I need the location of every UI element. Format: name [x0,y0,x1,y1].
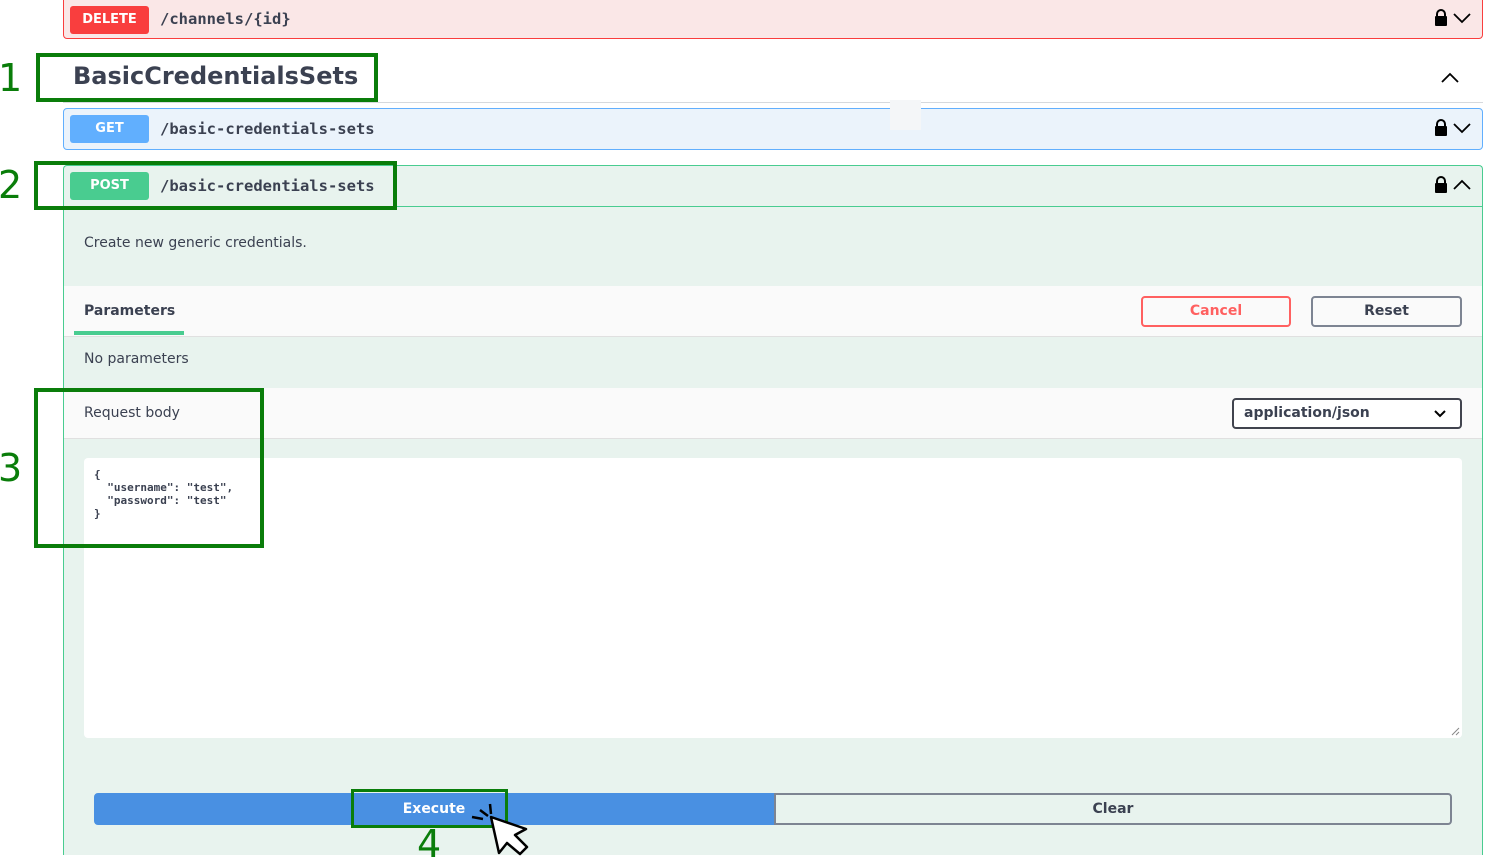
lock-icon[interactable] [1434,9,1448,26]
annotation-label-1: 1 [0,56,23,100]
lock-icon[interactable] [1434,119,1448,136]
tab-underline [74,331,184,335]
request-body-editor[interactable]: { "username": "test", "password": "test"… [84,458,1462,738]
annotation-label-3: 3 [0,446,23,490]
reset-button[interactable]: Reset [1311,296,1462,327]
no-parameters-text: No parameters [84,351,189,367]
lock-icon[interactable] [1434,176,1448,193]
method-badge-get: GET [70,115,149,143]
overlay-fragment [890,100,921,130]
operation-path: /basic-credentials-sets [160,120,375,138]
operation-description: Create new generic credentials. [84,235,307,251]
operation-get[interactable]: GET /basic-credentials-sets [63,108,1483,150]
chevron-up-icon[interactable] [1440,72,1460,84]
operation-post: POST /basic-credentials-sets Create new … [63,165,1483,855]
annotation-box-1 [36,53,378,102]
cursor-pointer-icon [471,803,529,856]
resize-handle-icon[interactable] [1450,726,1460,736]
chevron-down-icon[interactable] [1452,12,1472,24]
content-type-value: application/json [1244,405,1370,421]
tab-parameters[interactable]: Parameters [84,303,175,319]
content-type-select[interactable]: application/json [1232,398,1462,429]
operation-delete[interactable]: DELETE /channels/{id} [63,0,1483,39]
chevron-down-icon[interactable] [1452,122,1472,134]
annotation-box-2 [34,161,397,210]
parameters-header: Parameters Cancel Reset [64,286,1482,337]
chevron-up-icon[interactable] [1452,179,1472,191]
clear-button[interactable]: Clear [774,793,1452,825]
annotation-box-3 [34,388,264,548]
operation-path: /channels/{id} [160,10,291,28]
annotation-label-4: 4 [417,822,442,866]
cancel-button[interactable]: Cancel [1141,296,1291,327]
tag-divider [63,102,1483,103]
chevron-down-icon [1434,410,1446,418]
method-badge-delete: DELETE [70,6,149,34]
request-body-header: Request body application/json [64,388,1482,439]
annotation-label-2: 2 [0,163,23,207]
